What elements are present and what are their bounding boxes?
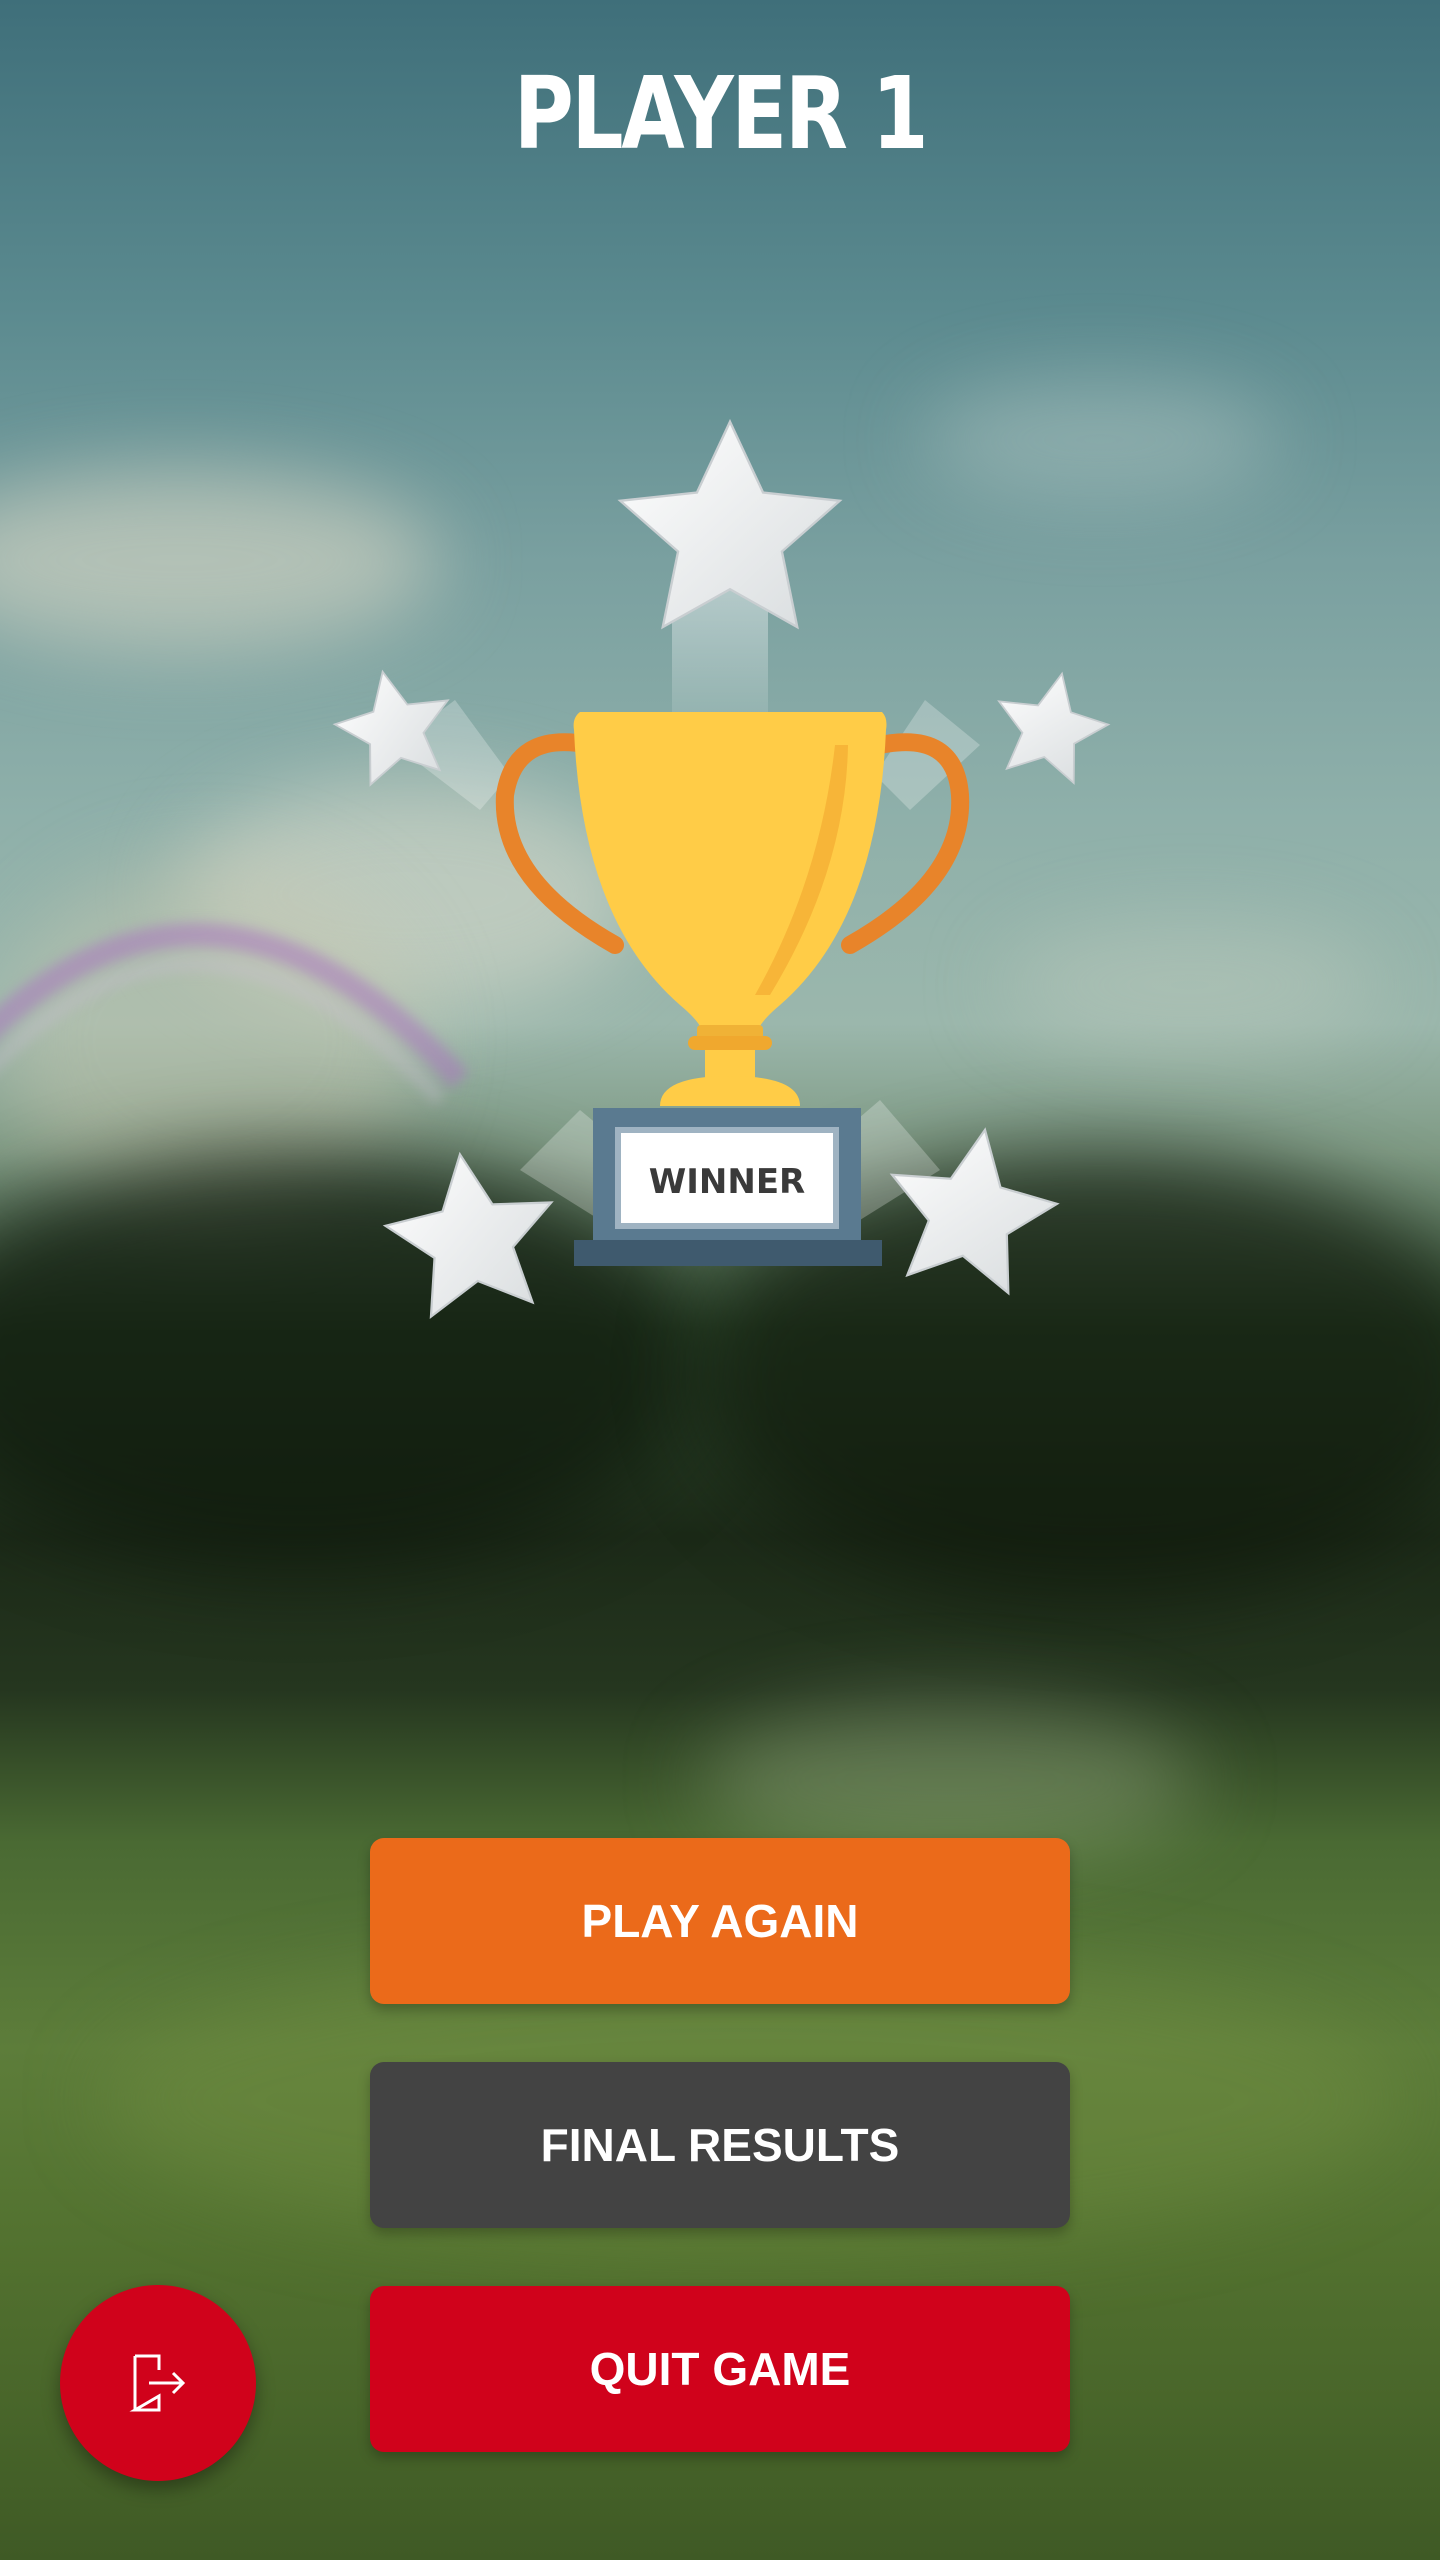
star-icon-right bbox=[997, 671, 1111, 785]
plaque-winner-text: WINNER bbox=[649, 1162, 805, 1202]
quit-game-button[interactable]: QUIT GAME bbox=[370, 2286, 1070, 2452]
trophy-icon: WINNER bbox=[332, 418, 1111, 1320]
play-again-button[interactable]: PLAY AGAIN bbox=[370, 1838, 1070, 2004]
exit-fab-button[interactable] bbox=[60, 2285, 256, 2481]
player-title: PLAYER 1 bbox=[513, 55, 929, 172]
exit-icon bbox=[129, 2354, 186, 2412]
final-results-button[interactable]: FINAL RESULTS bbox=[370, 2062, 1070, 2228]
winner-trophy-graphic: WINNER bbox=[300, 400, 1140, 1380]
